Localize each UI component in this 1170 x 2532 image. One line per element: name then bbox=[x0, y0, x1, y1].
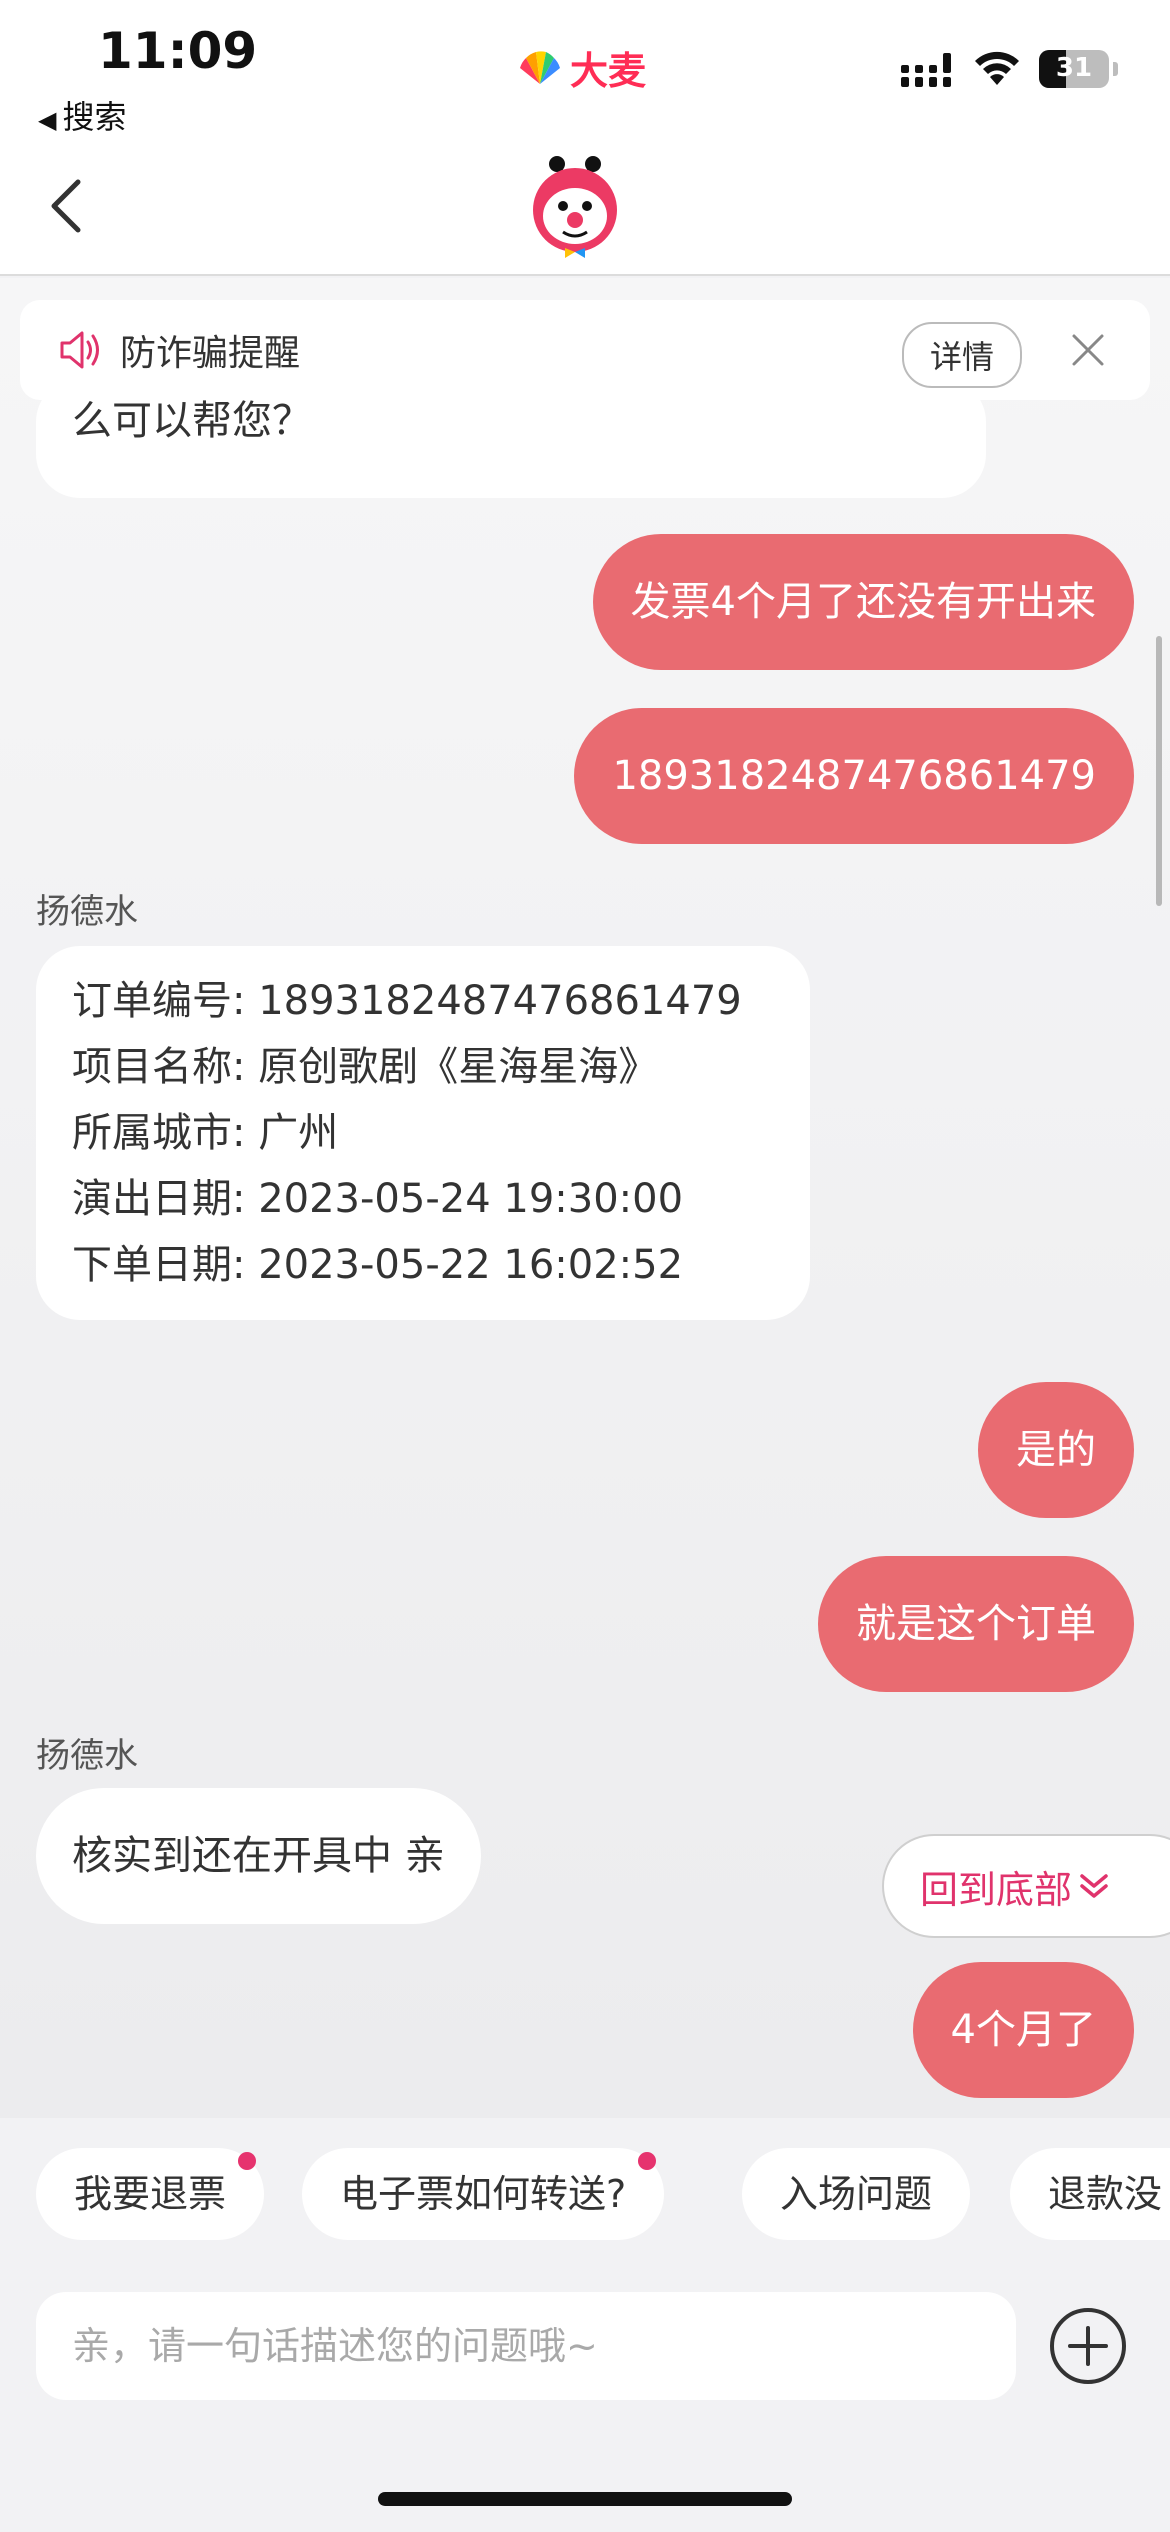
back-chevron-icon[interactable] bbox=[44, 176, 94, 236]
battery-icon: 31 bbox=[1039, 50, 1109, 88]
quick-reply-bar: 我要退票 电子票如何转送? 入场问题 退款没 bbox=[0, 2118, 1170, 2288]
plus-icon[interactable] bbox=[1048, 2306, 1128, 2386]
quick-reply-entry[interactable]: 入场问题 bbox=[742, 2148, 971, 2240]
notice-detail-button[interactable]: 详情 bbox=[901, 322, 1022, 388]
new-dot-badge bbox=[238, 2152, 257, 2170]
order-info-bubble: 订单编号: 1893182487476861479 项目名称: 原创歌剧《星海星… bbox=[36, 946, 810, 1320]
scrollbar[interactable] bbox=[1156, 636, 1162, 906]
message-bubble-user: 是的 bbox=[978, 1382, 1134, 1518]
system-icons: 31 bbox=[901, 50, 1118, 88]
order-line: 订单编号: 1893182487476861479 bbox=[72, 978, 742, 1024]
quick-reply-refund[interactable]: 我要退票 bbox=[36, 2148, 265, 2240]
wifi-icon bbox=[975, 51, 1019, 85]
brand-logo: 大麦 bbox=[516, 40, 646, 95]
message-bubble-user: 发票4个月了还没有开出来 bbox=[592, 534, 1134, 670]
order-line: 演出日期: 2023-05-24 19:30:00 bbox=[72, 1176, 684, 1222]
back-to-app-link[interactable]: ◀ 搜索 bbox=[38, 92, 126, 138]
quick-reply-transfer[interactable]: 电子票如何转送? bbox=[302, 2148, 665, 2240]
message-bubble-agent: 核实到还在开具中 亲 bbox=[36, 1788, 481, 1924]
signal-icon bbox=[901, 53, 951, 87]
chip-label: 电子票如何转送? bbox=[340, 2172, 627, 2216]
back-to-bottom-button[interactable]: 回到底部 bbox=[882, 1834, 1170, 1938]
battery-level: 31 bbox=[1055, 53, 1093, 83]
message-bubble-user: 就是这个订单 bbox=[818, 1556, 1134, 1692]
sender-name: 扬德水 bbox=[36, 892, 138, 932]
mascot-avatar-icon bbox=[533, 156, 617, 258]
close-icon[interactable] bbox=[1070, 332, 1106, 368]
order-line: 项目名称: 原创歌剧《星海星海》 bbox=[72, 1044, 659, 1090]
order-line: 下单日期: 2023-05-22 16:02:52 bbox=[72, 1242, 684, 1288]
message-bubble-user: 1893182487476861479 bbox=[574, 708, 1134, 844]
status-time: 11:09 bbox=[98, 22, 258, 80]
double-chevron-down-icon bbox=[1080, 1874, 1108, 1898]
input-bar: 亲，请一句话描述您的问题哦~ bbox=[0, 2288, 1170, 2532]
message-input[interactable]: 亲，请一句话描述您的问题哦~ bbox=[36, 2292, 1016, 2400]
status-bar: 11:09 ◀ 搜索 大麦 31 bbox=[0, 0, 1170, 140]
chip-label: 入场问题 bbox=[780, 2172, 933, 2216]
new-dot-badge bbox=[638, 2152, 657, 2170]
message-bubble-user: 4个月了 bbox=[912, 1962, 1134, 2098]
speaker-icon bbox=[60, 331, 99, 369]
chip-label: 退款没 bbox=[1048, 2172, 1163, 2216]
brand-name: 大麦 bbox=[570, 49, 647, 93]
quick-reply-refund-missing[interactable]: 退款没 bbox=[1010, 2148, 1170, 2240]
anti-fraud-notice: 防诈骗提醒 详情 bbox=[20, 300, 1150, 400]
home-indicator[interactable] bbox=[378, 2492, 792, 2506]
sender-name: 扬德水 bbox=[36, 1736, 138, 1776]
chip-label: 我要退票 bbox=[74, 2172, 227, 2216]
back-app-label: 搜索 bbox=[62, 98, 127, 136]
back-triangle-icon: ◀ bbox=[38, 106, 57, 134]
chat-area[interactable]: 防诈骗提醒 详情 么可以帮您？ 发票4个月了还没有开出来 18931824874… bbox=[0, 278, 1170, 2118]
order-line: 所属城市: 广州 bbox=[72, 1110, 339, 1156]
brand-fan-icon bbox=[520, 50, 560, 84]
nav-bar bbox=[0, 140, 1170, 276]
notice-text: 防诈骗提醒 bbox=[120, 333, 301, 374]
back-to-bottom-label: 回到底部 bbox=[920, 1867, 1073, 1912]
